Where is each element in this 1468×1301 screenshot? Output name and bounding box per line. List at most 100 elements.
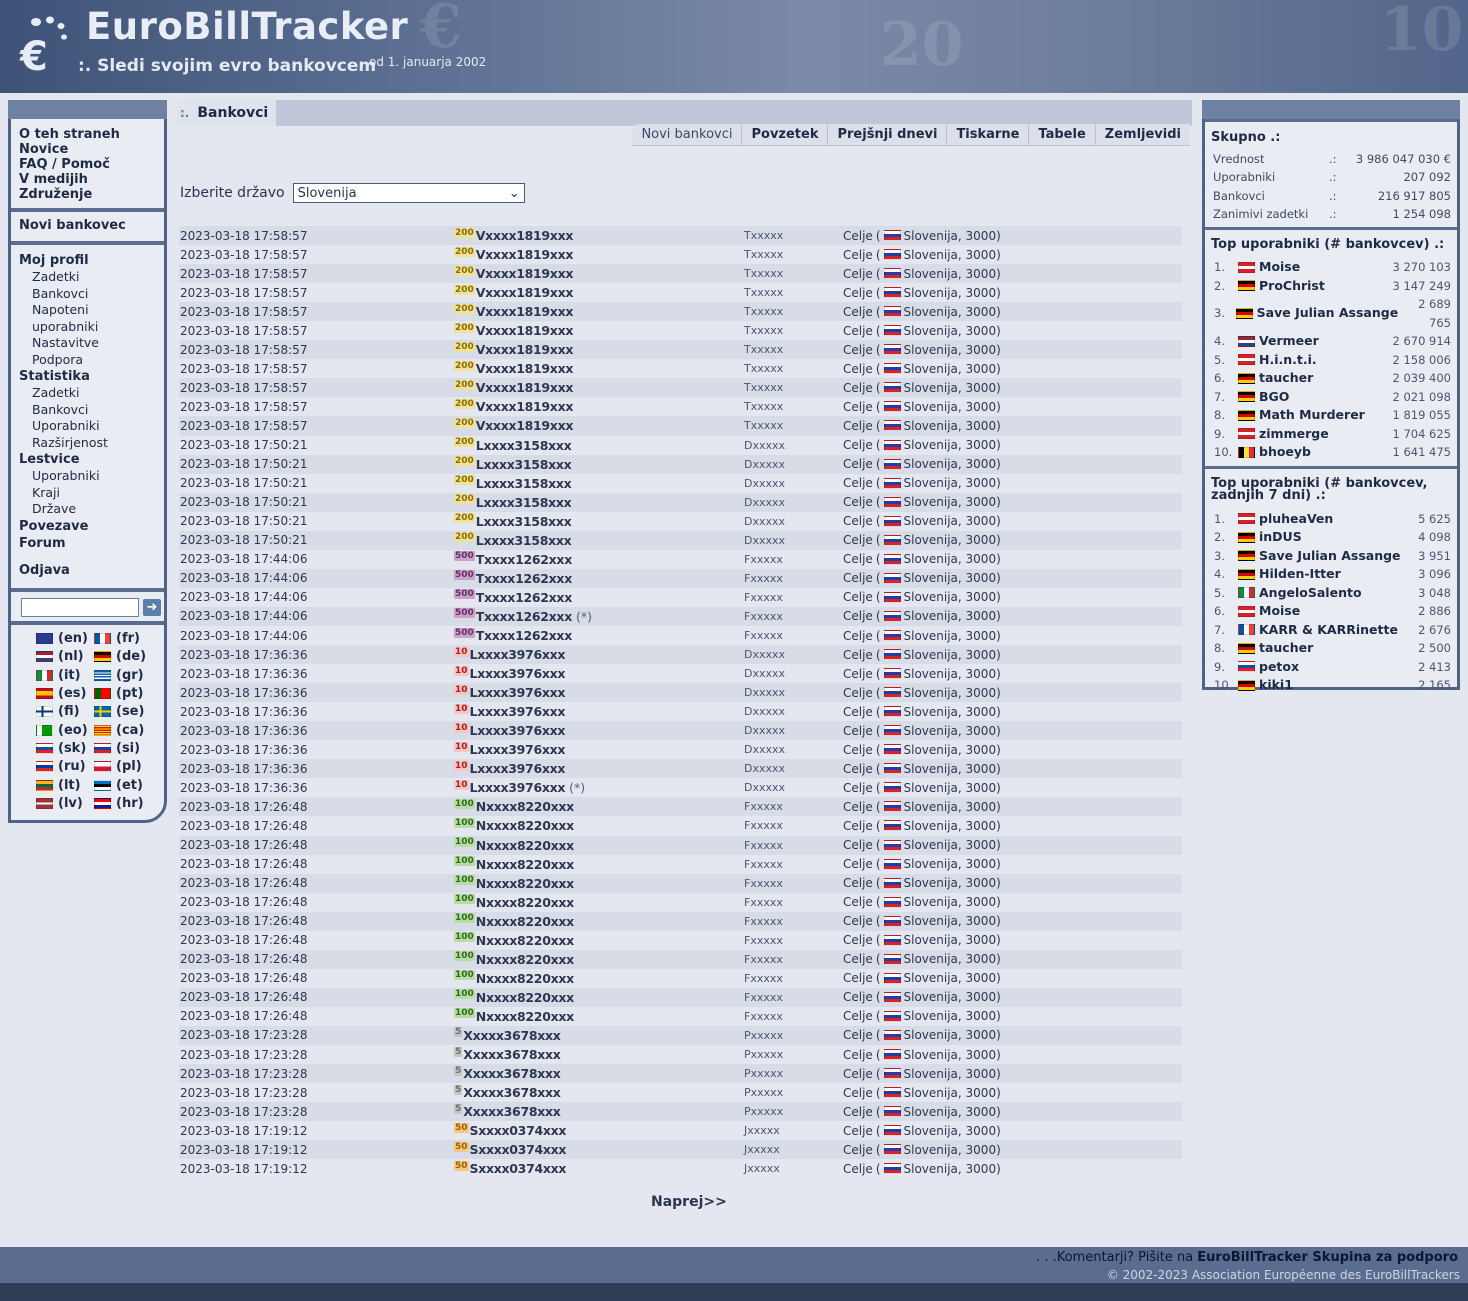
nav-media[interactable]: V medijih xyxy=(19,172,156,187)
tab-previous-days[interactable]: Prejšnji dnevi xyxy=(827,124,946,146)
note-location[interactable]: Celje(Slovenija, 3000) xyxy=(843,971,1001,985)
note-row[interactable]: 2023-03-18 17:26:48 100 Nxxxx8220xxx Fxxxxx… xyxy=(179,987,1182,1007)
nav-my-profile[interactable]: Moj profil xyxy=(19,252,156,269)
note-location[interactable]: Celje(Slovenija, 3000) xyxy=(843,629,1001,643)
user-name[interactable]: ProChrist xyxy=(1238,277,1392,296)
note-row[interactable]: 2023-03-18 17:58:57 200 Vxxxx1819xxx Txxxxx… xyxy=(179,302,1182,322)
note-location[interactable]: Celje(Slovenija, 3000) xyxy=(843,838,1001,852)
note-serial[interactable]: 200 Lxxxx3158xxx xyxy=(454,475,572,491)
note-serial[interactable]: 200 Vxxxx1819xxx xyxy=(454,246,573,262)
note-location[interactable]: Celje(Slovenija, 3000) xyxy=(843,914,1001,928)
user-name[interactable]: AngeloSalento xyxy=(1238,584,1418,603)
note-row[interactable]: 2023-03-18 17:44:06 500 Txxxx1262xxx Fxxxxx… xyxy=(179,550,1182,569)
note-serial[interactable]: 100 Nxxxx8220xxx xyxy=(454,932,574,948)
note-serial[interactable]: 100 Nxxxx8220xxx xyxy=(454,875,574,891)
note-location[interactable]: Celje(Slovenija, 3000) xyxy=(843,381,1001,395)
nav-profile-settings[interactable]: Nastavitve xyxy=(19,335,156,352)
note-row[interactable]: 2023-03-18 17:36:36 10 Lxxxx3976xxx Dxxxxx C… xyxy=(179,645,1182,665)
note-row[interactable]: 2023-03-18 17:23:28 5 Xxxxx3678xxx Pxxxxx Ce… xyxy=(179,1064,1182,1084)
search-input[interactable] xyxy=(21,597,139,617)
note-location[interactable]: Celje(Slovenija, 3000) xyxy=(843,1105,1001,1119)
note-row[interactable]: 2023-03-18 17:26:48 100 Nxxxx8220xxx Fxxxxx… xyxy=(179,1007,1182,1026)
top-user-row[interactable]: 2. ProChrist 3 147 249 xyxy=(1211,277,1451,296)
language-pl[interactable]: (pl) xyxy=(94,759,154,775)
note-location[interactable]: Celje(Slovenija, 3000) xyxy=(843,229,1001,243)
note-row[interactable]: 2023-03-18 17:44:06 500 Txxxx1262xxx Fxxxxx… xyxy=(179,626,1182,645)
nav-profile-notes[interactable]: Bankovci xyxy=(19,286,156,303)
user-name[interactable]: Save Julian Assange xyxy=(1235,304,1398,323)
note-serial[interactable]: 500 Txxxx1262xxx (*) xyxy=(454,608,592,624)
note-serial[interactable]: 10 Lxxxx3976xxx xyxy=(454,760,565,776)
language-it[interactable]: (it) xyxy=(36,667,94,683)
note-row[interactable]: 2023-03-18 17:26:48 100 Nxxxx8220xxx Fxxxxx… xyxy=(179,969,1182,988)
note-location[interactable]: Celje(Slovenija, 3000) xyxy=(843,438,1001,452)
note-location[interactable]: Celje(Slovenija, 3000) xyxy=(843,819,1001,833)
note-location[interactable]: Celje(Slovenija, 3000) xyxy=(843,400,1001,414)
note-location[interactable]: Celje(Slovenija, 3000) xyxy=(843,895,1001,909)
note-serial[interactable]: 100 Nxxxx8220xxx xyxy=(454,837,574,853)
note-location[interactable]: Celje(Slovenija, 3000) xyxy=(843,590,1001,604)
user-name[interactable]: pluheaVen xyxy=(1238,510,1418,529)
note-row[interactable]: 2023-03-18 17:26:48 100 Nxxxx8220xxx Fxxxxx… xyxy=(179,911,1182,931)
note-serial[interactable]: 5 Xxxxx3678xxx xyxy=(454,1084,561,1100)
note-row[interactable]: 2023-03-18 17:36:36 10 Lxxxx3976xxx Dxxxxx C… xyxy=(179,702,1182,721)
language-de[interactable]: (de) xyxy=(94,649,154,665)
note-serial[interactable]: 10 Lxxxx3976xxx xyxy=(454,665,565,681)
language-fr[interactable]: (fr) xyxy=(94,631,154,647)
note-row[interactable]: 2023-03-18 17:44:06 500 Txxxx1262xxx Fxxxxx… xyxy=(179,588,1182,607)
note-location[interactable]: Celje(Slovenija, 3000) xyxy=(843,552,1001,566)
user-name[interactable]: KARR & KARRinette xyxy=(1238,621,1418,640)
note-serial[interactable]: 100 Nxxxx8220xxx xyxy=(454,951,574,967)
arrow-right-icon[interactable]: ➜ xyxy=(143,598,161,616)
nav-stats-notes[interactable]: Bankovci xyxy=(19,402,156,419)
note-row[interactable]: 2023-03-18 17:58:57 200 Vxxxx1819xxx Txxxxx… xyxy=(179,416,1182,436)
note-row[interactable]: 2023-03-18 17:50:21 200 Lxxxx3158xxx Dxxxxx… xyxy=(179,530,1182,550)
note-row[interactable]: 2023-03-18 17:26:48 100 Nxxxx8220xxx Fxxxxx… xyxy=(179,949,1182,969)
note-location[interactable]: Celje(Slovenija, 3000) xyxy=(843,362,1001,376)
note-location[interactable]: Celje(Slovenija, 3000) xyxy=(843,248,1001,262)
note-location[interactable]: Celje(Slovenija, 3000) xyxy=(843,800,1001,814)
note-row[interactable]: 2023-03-18 17:23:28 5 Xxxxx3678xxx Pxxxxx Ce… xyxy=(179,1102,1182,1122)
note-location[interactable]: Celje(Slovenija, 3000) xyxy=(843,267,1001,281)
note-serial[interactable]: 10 Lxxxx3976xxx xyxy=(454,684,565,700)
note-location[interactable]: Celje(Slovenija, 3000) xyxy=(843,609,1001,623)
language-nl[interactable]: (nl) xyxy=(36,649,94,665)
note-row[interactable]: 2023-03-18 17:58:57 200 Vxxxx1819xxx Txxxxx… xyxy=(179,283,1182,302)
note-serial[interactable]: 50 Sxxxx0374xxx xyxy=(454,1160,566,1176)
note-row[interactable]: 2023-03-18 17:23:28 5 Xxxxx3678xxx Pxxxxx Ce… xyxy=(179,1083,1182,1102)
note-serial[interactable]: 500 Txxxx1262xxx xyxy=(454,570,572,586)
nav-rankings-places[interactable]: Kraji xyxy=(19,485,156,502)
note-location[interactable]: Celje(Slovenija, 3000) xyxy=(843,457,1001,471)
nav-profile-referred[interactable]: Napoteni uporabniki xyxy=(19,302,156,335)
note-serial[interactable]: 10 Lxxxx3976xxx xyxy=(454,646,565,662)
note-serial[interactable]: 100 Nxxxx8220xxx xyxy=(454,798,574,814)
note-location[interactable]: Celje(Slovenija, 3000) xyxy=(843,1048,1001,1062)
nav-faq[interactable]: FAQ / Pomoč xyxy=(19,157,156,172)
note-serial[interactable]: 100 Nxxxx8220xxx xyxy=(454,894,574,910)
user-name[interactable]: taucher xyxy=(1238,369,1392,388)
note-row[interactable]: 2023-03-18 17:58:57 200 Vxxxx1819xxx Txxxxx… xyxy=(179,264,1182,284)
top-user-row[interactable]: 10. bhoeyb 1 641 475 xyxy=(1211,443,1451,462)
nav-profile-hits[interactable]: Zadetki xyxy=(19,269,156,286)
note-row[interactable]: 2023-03-18 17:19:12 50 Sxxxx0374xxx Jxxxxx C… xyxy=(179,1159,1182,1178)
note-serial[interactable]: 200 Vxxxx1819xxx xyxy=(454,265,573,281)
note-row[interactable]: 2023-03-18 17:19:12 50 Sxxxx0374xxx Jxxxxx C… xyxy=(179,1121,1182,1140)
nav-links[interactable]: Povezave xyxy=(19,518,156,535)
note-serial[interactable]: 200 Vxxxx1819xxx xyxy=(454,417,573,433)
top-user-row[interactable]: 4. Vermeer 2 670 914 xyxy=(1211,332,1451,351)
top-user-row[interactable]: 10. kiki1 2 165 xyxy=(1211,676,1451,695)
user-name[interactable]: taucher xyxy=(1238,639,1418,658)
note-row[interactable]: 2023-03-18 17:36:36 10 Lxxxx3976xxx Dxxxxx C… xyxy=(179,721,1182,741)
note-location[interactable]: Celje(Slovenija, 3000) xyxy=(843,990,1001,1004)
note-location[interactable]: Celje(Slovenija, 3000) xyxy=(843,1009,1001,1023)
user-name[interactable]: Math Murderer xyxy=(1238,406,1392,425)
top-user-row[interactable]: 9. petox 2 413 xyxy=(1211,658,1451,677)
top-user-row[interactable]: 6. Moise 2 886 xyxy=(1211,602,1451,621)
language-es[interactable]: (es) xyxy=(36,685,94,701)
note-row[interactable]: 2023-03-18 17:23:28 5 Xxxxx3678xxx Pxxxxx Ce… xyxy=(179,1025,1182,1046)
note-location[interactable]: Celje(Slovenija, 3000) xyxy=(843,1143,1001,1157)
note-location[interactable]: Celje(Slovenija, 3000) xyxy=(843,857,1001,871)
note-row[interactable]: 2023-03-18 17:50:21 200 Lxxxx3158xxx Dxxxxx… xyxy=(179,474,1182,493)
note-row[interactable]: 2023-03-18 17:36:36 10 Lxxxx3976xxx Dxxxxx C… xyxy=(179,683,1182,703)
note-location[interactable]: Celje(Slovenija, 3000) xyxy=(843,514,1001,528)
